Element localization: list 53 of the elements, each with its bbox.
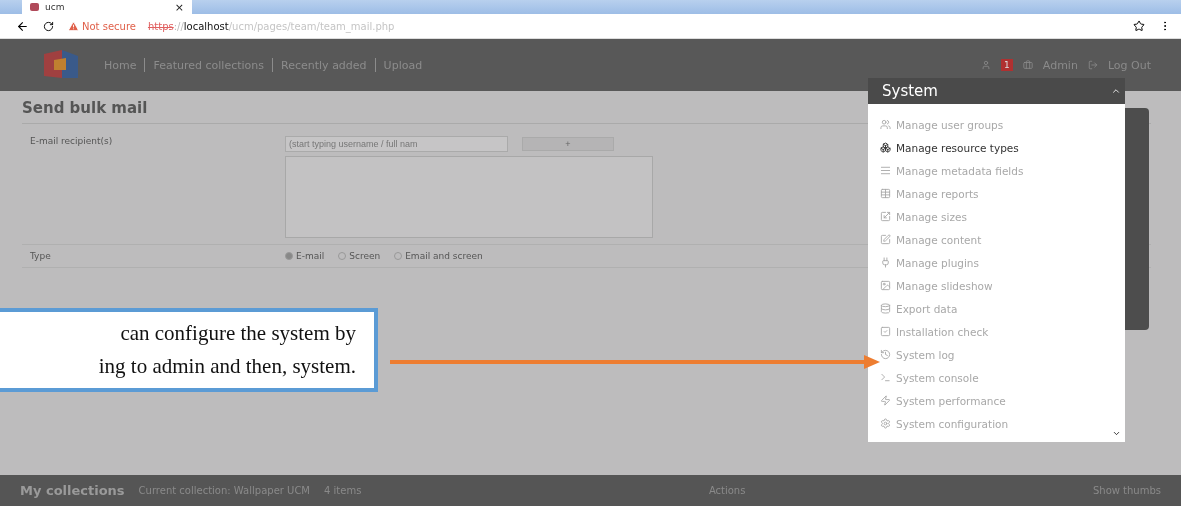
edit-icon <box>880 234 891 245</box>
menu-item[interactable]: Manage sizes <box>880 208 1125 225</box>
close-tab-button[interactable]: × <box>174 0 184 14</box>
database-icon <box>880 303 891 314</box>
notification-badge: 1 <box>1001 59 1013 71</box>
resize-icon <box>880 211 891 222</box>
cubes-icon <box>880 142 891 153</box>
menu-item[interactable]: Manage metadata fields <box>880 162 1125 179</box>
warning-icon <box>68 20 79 32</box>
history-icon <box>880 349 891 360</box>
type-radio[interactable]: E-mail <box>285 251 325 261</box>
image-icon <box>880 280 891 291</box>
url-scheme: https <box>147 20 174 32</box>
type-radio[interactable]: Screen <box>338 251 381 261</box>
menu-title: System <box>882 82 938 100</box>
menu-item[interactable]: System performance <box>880 392 1125 409</box>
collections-title: My collections <box>20 483 125 498</box>
callout-text: can configure the system by ing to admin and then, system. <box>98 320 356 380</box>
type-radio[interactable]: Email and screen <box>394 251 483 261</box>
url-path: /ucm/pages/team/team_mail.php <box>228 20 395 32</box>
favicon-icon <box>30 3 39 11</box>
menu-item[interactable]: Manage plugins <box>880 254 1125 271</box>
menu-item[interactable]: Installation check <box>880 323 1125 340</box>
menu-item[interactable]: Manage reports <box>880 185 1125 202</box>
menu-item[interactable]: Manage resource types <box>880 139 1125 156</box>
bolt-icon <box>880 395 891 406</box>
table-icon <box>880 188 891 199</box>
menu-item[interactable]: System console <box>880 369 1125 386</box>
tab-title: ucm <box>45 2 66 12</box>
scroll-down-icon[interactable] <box>1112 429 1121 438</box>
users-icon <box>880 119 891 130</box>
settings-icon <box>880 418 891 429</box>
field-label: Type <box>30 251 52 261</box>
menu-item[interactable]: Export data <box>880 300 1125 317</box>
recipient-input[interactable]: (start typing username / full nam <box>285 136 508 152</box>
scroll-up-icon[interactable] <box>1111 86 1121 96</box>
reload-icon[interactable] <box>43 20 54 32</box>
url-separator: :// <box>173 20 184 32</box>
url-host: localhost <box>183 20 229 32</box>
menu-item[interactable]: Manage slideshow <box>880 277 1125 294</box>
security-warning: Not secure <box>82 20 136 32</box>
add-button[interactable]: + <box>522 137 614 151</box>
menu-item[interactable]: System configuration <box>880 415 1125 432</box>
browser-tab[interactable]: ucm × <box>22 0 192 14</box>
field-label: E-mail recipient(s) <box>30 136 114 148</box>
terminal-icon <box>880 372 891 383</box>
check-icon <box>880 326 891 337</box>
plug-icon <box>880 257 891 268</box>
menu-item[interactable]: System log <box>880 346 1125 363</box>
list-icon <box>880 165 891 176</box>
bookmark-star-icon[interactable] <box>1133 20 1145 32</box>
menu-item[interactable]: Manage content <box>880 231 1125 248</box>
back-icon[interactable] <box>16 19 29 33</box>
